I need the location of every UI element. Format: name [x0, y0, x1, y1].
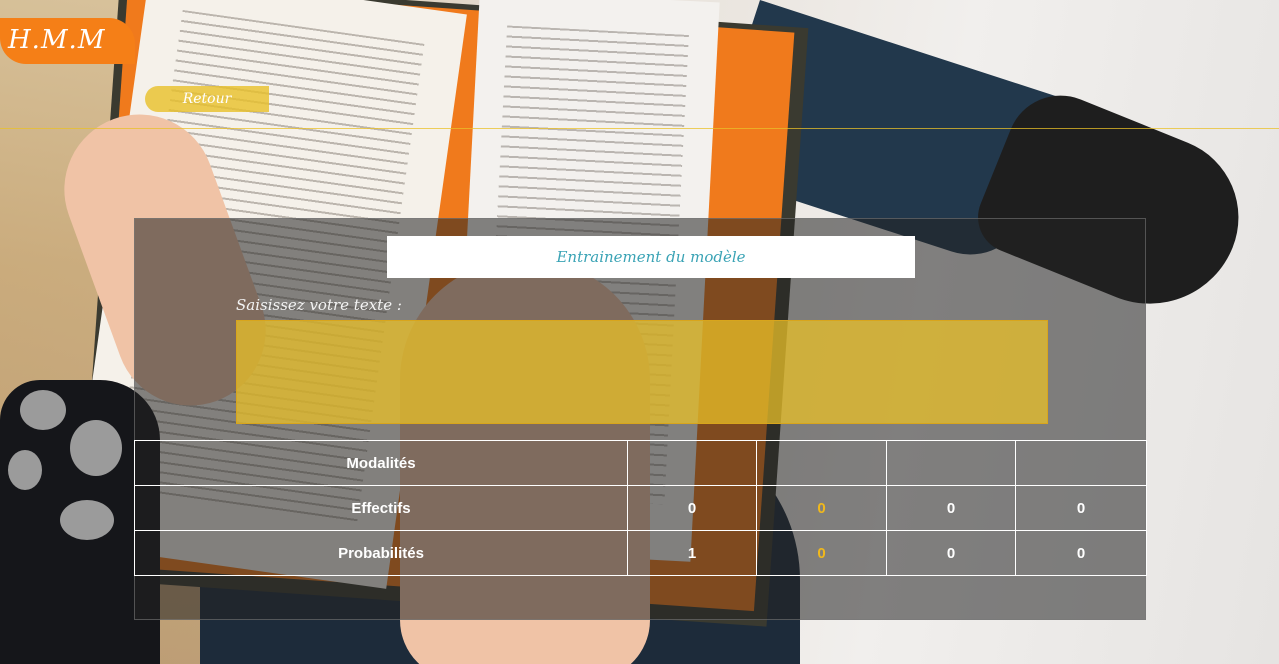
table-cell — [886, 440, 1016, 486]
logo-text: H.M.M — [8, 25, 106, 55]
table-row-probabilites: Probabilités 1 0 0 0 — [134, 530, 1147, 576]
table-cell: 0 — [886, 530, 1016, 576]
table-cell: 0 — [1015, 485, 1147, 531]
table-cell: 1 — [627, 530, 757, 576]
table-cell: 0 — [627, 485, 757, 531]
table-cell — [627, 440, 757, 486]
table-cell: 0 — [1015, 530, 1147, 576]
row-label: Probabilités — [134, 530, 628, 576]
table-cell: 0 — [886, 485, 1016, 531]
table-row-modalites: Modalités — [134, 440, 1147, 486]
logo[interactable]: H.M.M — [0, 18, 135, 64]
text-input-label: Saisissez votre texte : — [236, 296, 402, 314]
page: H.M.M Retour Entrainement du modèle Sais… — [0, 0, 1279, 664]
background-sleeve-dot — [60, 500, 114, 540]
stats-table: Modalités Effectifs 0 0 0 0 Probabilités… — [134, 440, 1147, 576]
background-sleeve-dot — [8, 450, 42, 490]
table-cell: 0 — [756, 530, 887, 576]
back-button[interactable]: Retour — [145, 86, 269, 112]
table-cell: 0 — [756, 485, 887, 531]
table-cell — [756, 440, 887, 486]
table-row-effectifs: Effectifs 0 0 0 0 — [134, 485, 1147, 531]
text-input[interactable] — [236, 320, 1048, 424]
background-sleeve-dot — [20, 390, 66, 430]
table-cell — [1015, 440, 1147, 486]
background-sleeve-dot — [70, 420, 122, 476]
header-divider — [0, 128, 1279, 129]
row-label: Modalités — [134, 440, 628, 486]
row-label: Effectifs — [134, 485, 628, 531]
page-title: Entrainement du modèle — [387, 236, 915, 278]
